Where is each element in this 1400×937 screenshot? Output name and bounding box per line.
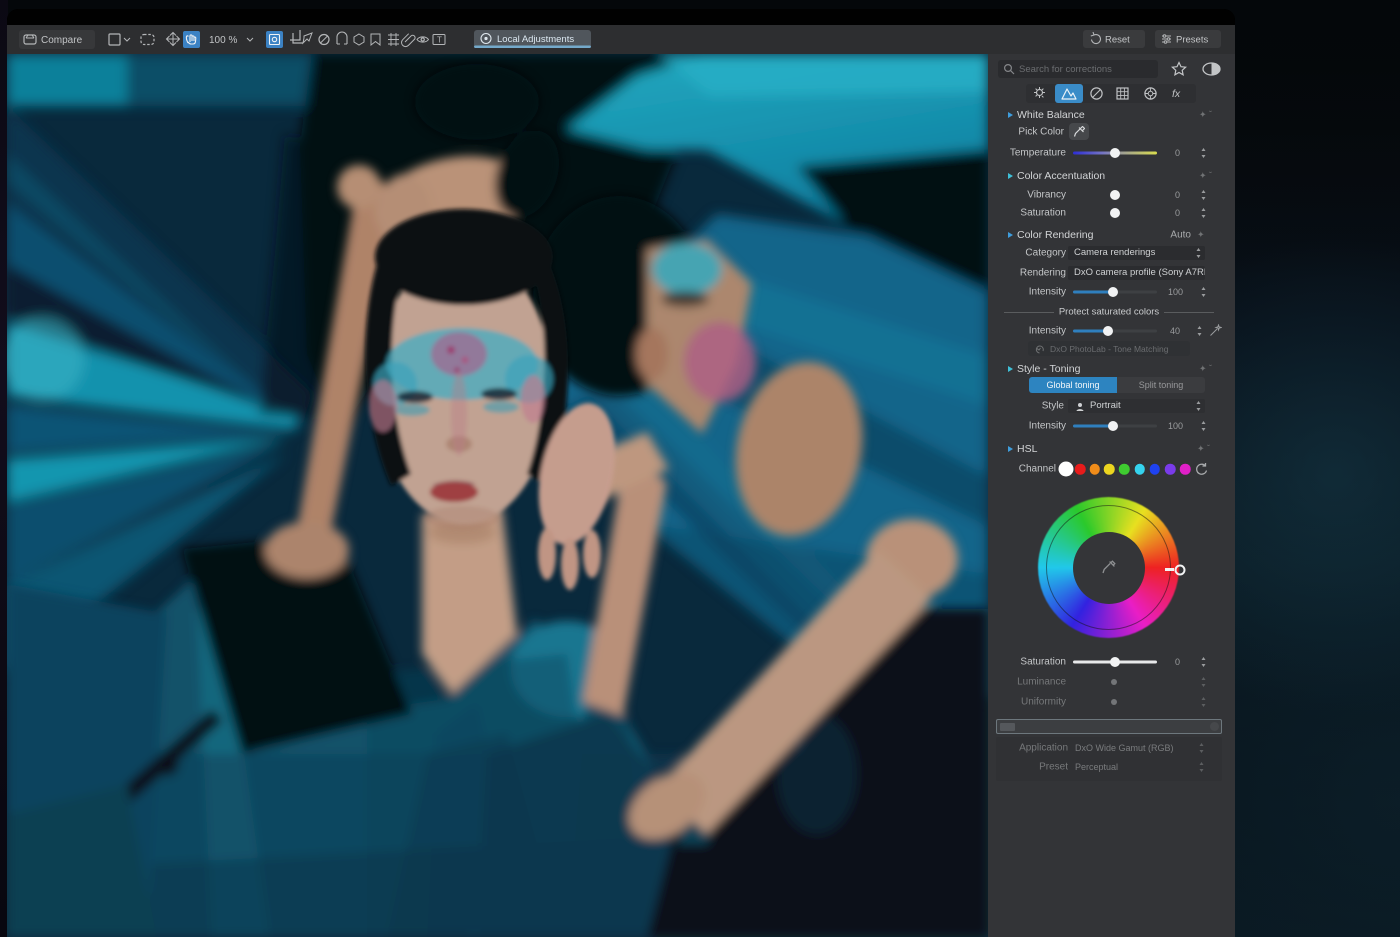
svg-text:Presets: Presets xyxy=(1176,35,1208,46)
svg-text:Reset: Reset xyxy=(1105,35,1130,46)
svg-text:Local Adjustments: Local Adjustments xyxy=(497,34,574,45)
svg-text:100 %: 100 % xyxy=(209,35,237,46)
svg-text:Compare: Compare xyxy=(41,35,83,46)
svg-text:T: T xyxy=(437,36,442,45)
